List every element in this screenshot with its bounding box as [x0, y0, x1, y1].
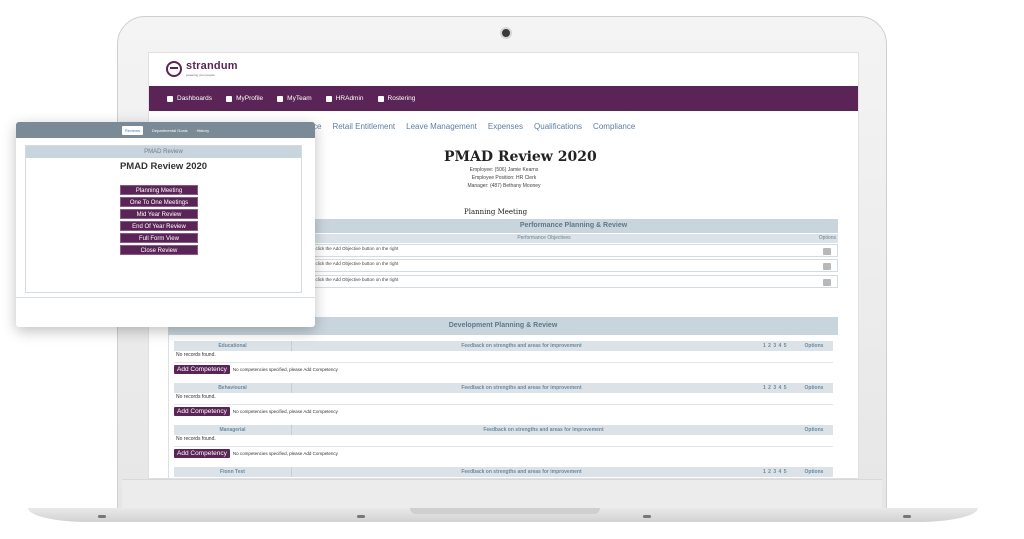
competency-name: Managerial: [174, 425, 292, 435]
objectives-label: Performance Objectives: [517, 235, 571, 241]
overlay-button-group: Planning Meeting One To One Meetings Mid…: [120, 185, 198, 255]
rating-scale: 1 2 3 4 5: [763, 469, 787, 475]
performance-header: Performance Planning & Review: [309, 219, 838, 233]
tab-history[interactable]: History: [197, 128, 209, 133]
laptop-foot: [98, 515, 106, 518]
no-records: No records found.: [176, 436, 216, 442]
calendar-icon: [377, 95, 384, 102]
add-competency-button[interactable]: Add Competency: [174, 448, 230, 458]
strandum-logo-icon: [166, 61, 182, 77]
objective-row: l, click the Add Objective button on the…: [309, 275, 838, 288]
section-title: Planning Meeting: [464, 208, 528, 216]
competency-name: Educational: [174, 341, 292, 351]
module-tabs: ce Retail Entitlement Leave Management E…: [313, 122, 635, 136]
options-button[interactable]: [823, 263, 831, 270]
overlay-tab-bar: Reviews Departmental Goals History: [16, 122, 315, 138]
competency-header-educational: Educational Feedback on strengths and ar…: [174, 341, 833, 351]
bank-icon: [325, 95, 332, 102]
feedback-header: Feedback on strengths and areas for impr…: [461, 385, 582, 391]
competency-header-managerial: Managerial Feedback on strengths and are…: [174, 425, 833, 435]
app-header: strandum powering your people: [149, 53, 858, 86]
nav-dashboards[interactable]: Dashboards: [167, 95, 212, 102]
options-label: Options: [804, 469, 824, 475]
main-nav: Dashboards MyProfile MyTeam HRAdmin Rost…: [149, 86, 858, 111]
options-label: Options: [804, 343, 824, 349]
laptop-notch: [410, 508, 600, 514]
add-competency-message: No competencies specified, please Add Co…: [232, 408, 338, 414]
employee-position: Employee Position: HR Clerk: [471, 175, 537, 181]
review-title: PMAD Review 2020: [444, 149, 597, 165]
logo-text[interactable]: strandum: [186, 60, 238, 72]
feedback-header: Feedback on strengths and areas for impr…: [461, 469, 582, 475]
competency-name: Fionn Test: [174, 467, 292, 477]
feedback-header: Feedback on strengths and areas for impr…: [461, 343, 582, 349]
rating-scale: 1 2 3 4 5: [763, 385, 787, 391]
planning-meeting-button[interactable]: Planning Meeting: [120, 185, 198, 195]
tab-compliance[interactable]: Compliance: [593, 122, 635, 136]
competency-header-behavioural: Behavioural Feedback on strengths and ar…: [174, 383, 833, 393]
tab-reviews[interactable]: Reviews: [121, 125, 144, 135]
tab-qualifications[interactable]: Qualifications: [534, 122, 582, 136]
add-competency-row: Add Competency No competencies specified…: [174, 404, 833, 417]
tab-departmental-goals[interactable]: Departmental Goals: [152, 128, 188, 133]
options-label: Options: [818, 235, 836, 241]
objective-text: l, click the Add Objective button on the…: [312, 246, 399, 251]
nav-myteam[interactable]: MyTeam: [277, 95, 312, 102]
nav-label: MyTeam: [287, 95, 312, 102]
laptop-foot: [357, 515, 365, 518]
competency-name: Behavioural: [174, 383, 292, 393]
add-competency-button[interactable]: Add Competency: [174, 406, 230, 416]
employee-name: Employee: (506) Jamie Kearns: [469, 167, 539, 173]
objective-text: l, click the Add Objective button on the…: [312, 277, 399, 282]
no-records: No records found.: [176, 394, 216, 400]
add-competency-row: Add Competency No competencies specified…: [174, 362, 833, 375]
nav-label: HRAdmin: [335, 95, 364, 102]
overlay-review-title: PMAD Review 2020: [119, 161, 208, 172]
review-overlay-card: Reviews Departmental Goals History PMAD …: [16, 122, 315, 327]
competency-header-fionn-test: Fionn Test Feedback on strengths and are…: [174, 467, 833, 477]
no-records: No records found.: [176, 352, 216, 358]
feedback-header: Feedback on strengths and areas for impr…: [483, 427, 604, 433]
objective-text: l, click the Add Objective button on the…: [312, 261, 399, 266]
add-competency-message: No competencies specified, please Add Co…: [232, 450, 338, 456]
overlay-panel-header: PMAD Review: [26, 146, 301, 158]
mid-year-review-button[interactable]: Mid Year Review: [120, 209, 198, 219]
nav-label: Rostering: [387, 95, 416, 102]
nav-label: Dashboards: [177, 95, 213, 102]
one-to-one-meetings-button[interactable]: One To One Meetings: [120, 197, 198, 207]
nav-hradmin[interactable]: HRAdmin: [325, 95, 364, 102]
nav-rostering[interactable]: Rostering: [377, 95, 416, 102]
add-competency-message: No competencies specified, please Add Co…: [232, 366, 338, 372]
nav-myprofile[interactable]: MyProfile: [226, 95, 263, 102]
objective-row: l, click the Add Objective button on the…: [309, 259, 838, 272]
options-button[interactable]: [823, 279, 831, 286]
logo-tagline: powering your people: [186, 73, 215, 77]
overlay-panel: PMAD Review PMAD Review 2020 Planning Me…: [25, 145, 302, 293]
close-review-button[interactable]: Close Review: [120, 245, 198, 255]
rating-scale: 1 2 3 4 5: [763, 343, 787, 349]
add-competency-row: Add Competency No competencies specified…: [174, 446, 833, 459]
team-icon: [277, 95, 284, 102]
laptop-foot: [643, 515, 651, 518]
camera-icon: [502, 29, 510, 37]
options-label: Options: [804, 427, 824, 433]
tab-leave-management[interactable]: Leave Management: [406, 122, 477, 136]
manager-name: Manager: (487) Bethany Mooney: [467, 183, 541, 189]
tab-retail-entitlement[interactable]: Retail Entitlement: [332, 122, 395, 136]
nav-label: MyProfile: [236, 95, 264, 102]
end-of-year-review-button[interactable]: End Of Year Review: [120, 221, 198, 231]
dashboard-icon: [167, 95, 173, 102]
objectives-header: Performance Objectives Options: [309, 234, 838, 243]
overlay-divider: [16, 297, 315, 298]
laptop-chin: [122, 479, 882, 511]
add-competency-button[interactable]: Add Competency: [174, 364, 230, 374]
laptop-foot: [903, 515, 911, 518]
options-button[interactable]: [823, 248, 831, 255]
user-icon: [226, 95, 233, 102]
objective-row: l, click the Add Objective button on the…: [309, 244, 838, 257]
tab-expenses[interactable]: Expenses: [488, 122, 523, 136]
full-form-view-button[interactable]: Full Form View: [120, 233, 198, 243]
employee-info: Employee: (506) Jamie Kearns Employee Po…: [429, 166, 579, 190]
options-label: Options: [804, 385, 824, 391]
